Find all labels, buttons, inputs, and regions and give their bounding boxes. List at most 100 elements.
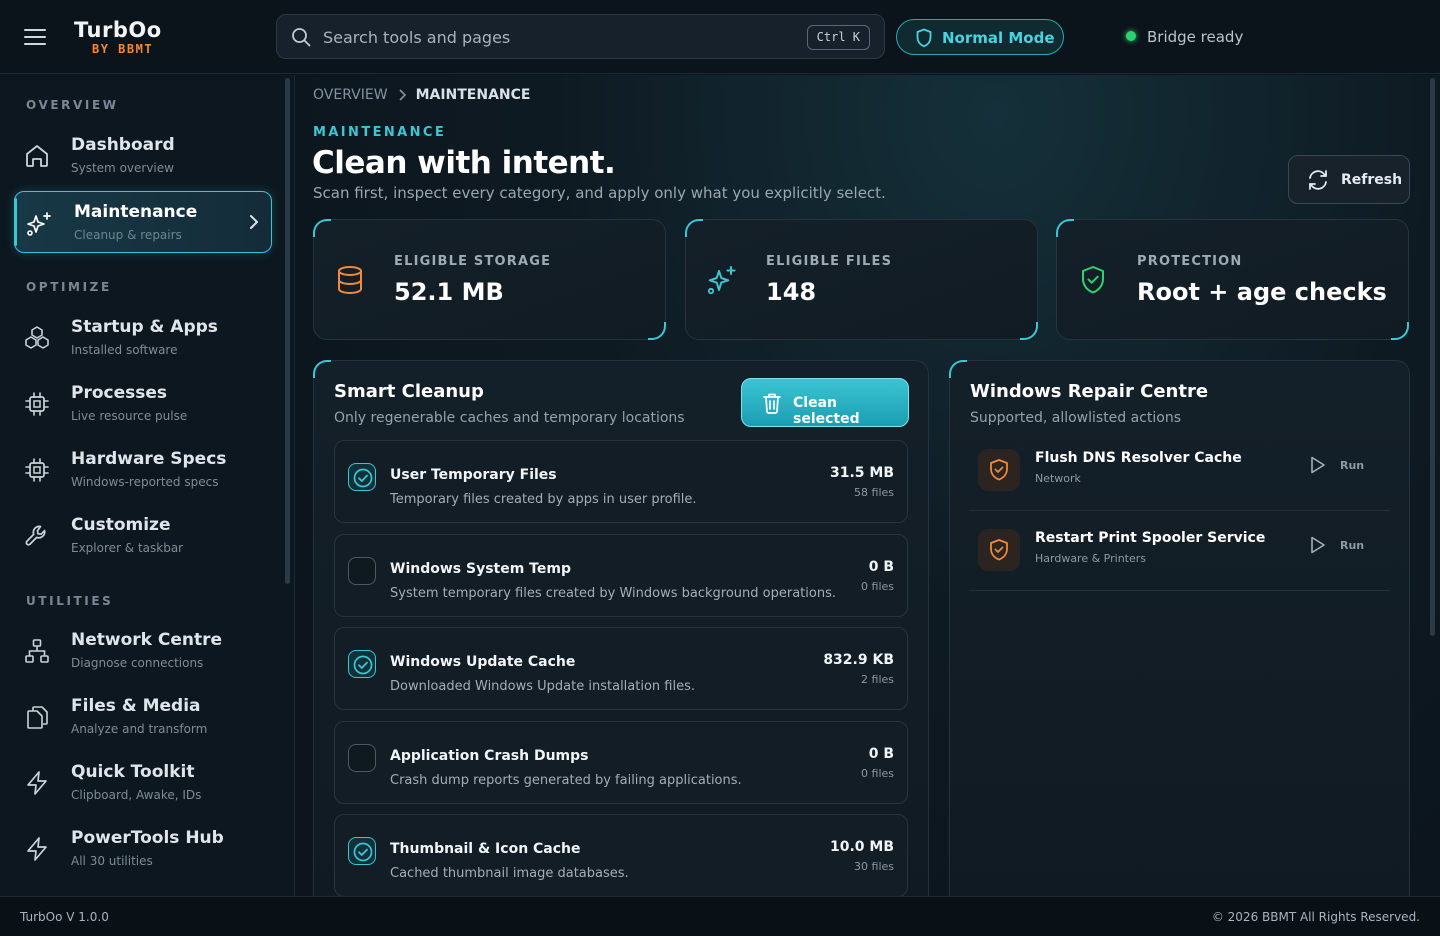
repair-item-title: Restart Print Spooler Service [1035,530,1266,546]
sidebar-item-quick-toolkit[interactable]: Quick Toolkit Clipboard, Awake, IDs [14,752,272,814]
sidebar-item-startup-apps[interactable]: Startup & Apps Installed software [14,307,272,369]
stat-label: ELIGIBLE FILES [766,254,893,269]
shield-alert-icon [978,529,1020,571]
sidebar-item-title: PowerTools Hub [71,828,224,848]
stat-card-eligible-files: ELIGIBLE FILES 148 [685,219,1038,340]
copyright: © 2026 BBMT All Rights Reserved. [1211,910,1420,924]
page-title: Clean with intent. [312,145,616,181]
cleanup-item[interactable]: Windows Update Cache Downloaded Windows … [334,627,908,710]
cleanup-item-file-count: 0 files [861,767,894,780]
refresh-button[interactable]: Refresh [1288,155,1410,204]
sidebar-item-hardware-specs[interactable]: Hardware Specs Windows-reported specs [14,439,272,501]
breadcrumb-root[interactable]: OVERVIEW [313,87,388,103]
run-label: Run [1340,539,1365,552]
sidebar-item-title: Startup & Apps [71,317,218,337]
checkbox[interactable] [348,463,376,491]
network-icon [25,639,49,663]
clean-selected-button[interactable]: Clean selected [741,378,909,427]
cleanup-item-title: Windows Update Cache [390,654,576,670]
breadcrumb-current: MAINTENANCE [415,87,531,103]
main-scrollbar[interactable] [1430,78,1435,636]
cleanup-item[interactable]: Windows System Temp System temporary fil… [334,534,908,617]
cleanup-item-description: System temporary files created by Window… [390,586,836,601]
mode-toggle-button[interactable]: Normal Mode [896,19,1064,55]
sidebar-item-subtitle: Installed software [71,343,178,357]
cleanup-item-size: 31.5 MB [829,465,894,481]
bridge-status-label: Bridge ready [1147,28,1244,46]
cleanup-item[interactable]: Thumbnail & Icon Cache Cached thumbnail … [334,814,908,897]
stat-card-protection: PROTECTION Root + age checks [1056,219,1409,340]
repair-item-restart-print-spooler: Restart Print Spooler Service Hardware &… [969,511,1390,591]
bolt-icon [27,837,47,861]
sidebar-section-utilities: UTILITIES [26,594,114,608]
checkbox[interactable] [348,837,376,865]
sidebar-item-title: Hardware Specs [71,449,227,469]
cleanup-item[interactable]: User Temporary Files Temporary files cre… [334,440,908,523]
search-shortcut: Ctrl K [806,25,870,50]
run-button[interactable]: Run [1309,453,1369,479]
smart-cleanup-title: Smart Cleanup [334,381,484,402]
sidebar-scrollbar[interactable] [285,78,290,584]
sidebar-item-title: Files & Media [71,696,201,716]
database-icon [338,266,362,295]
search-icon [292,28,311,47]
sidebar-item-subtitle: Live resource pulse [71,409,188,423]
sidebar-item-powertools-hub[interactable]: PowerTools Hub All 30 utilities [14,818,272,880]
sidebar-item-processes[interactable]: Processes Live resource pulse [14,373,272,435]
checkbox[interactable] [348,744,376,772]
sidebar-item-dashboard[interactable]: Dashboard System overview [14,125,272,187]
sidebar-item-subtitle: Clipboard, Awake, IDs [71,788,202,802]
sidebar-item-files-media[interactable]: Files & Media Analyze and transform [14,686,272,748]
files-icon [27,706,48,729]
page-description: Scan first, inspect every category, and … [313,184,886,202]
checkbox[interactable] [348,650,376,678]
menu-icon[interactable] [24,28,46,46]
checkbox[interactable] [348,557,376,585]
run-label: Run [1340,459,1365,472]
cleanup-item-title: Windows System Temp [390,561,571,577]
stat-label: ELIGIBLE STORAGE [394,254,552,269]
sparkles-icon [27,212,51,236]
sidebar-item-subtitle: Windows-reported specs [71,475,219,489]
search-input[interactable]: Search tools and pages Ctrl K [276,14,885,59]
sidebar-item-subtitle: Diagnose connections [71,656,204,670]
bolt-icon [27,771,47,795]
sidebar-item-title: Dashboard [71,135,175,155]
play-icon [1311,536,1325,554]
refresh-label: Refresh [1341,172,1403,188]
play-icon [1311,456,1325,474]
stat-value: 148 [766,278,817,306]
check-circle-icon [353,655,373,675]
app-logo: TurbOo BY BBMT [74,20,162,56]
top-bar: TurbOo BY BBMT Search tools and pages Ct… [0,0,1440,74]
page-eyebrow: MAINTENANCE [313,125,447,140]
cleanup-item-title: User Temporary Files [390,467,557,483]
chevron-right-icon [250,215,258,229]
shield-alert-icon [978,449,1020,491]
app-subtitle: BY BBMT [92,42,154,56]
sidebar-item-title: Maintenance [74,202,198,222]
app-version: TurbOo V 1.0.0 [20,910,109,924]
clean-selected-label: Clean selected [793,395,860,427]
boxes-icon [25,326,49,349]
cleanup-item-title: Application Crash Dumps [390,748,589,764]
repair-item-flush-dns: Flush DNS Resolver Cache Network Run [969,431,1390,511]
sidebar-item-customize[interactable]: Customize Explorer & taskbar [14,505,272,567]
mode-label: Normal Mode [942,29,1055,47]
sidebar-item-subtitle: All 30 utilities [71,854,153,868]
run-button[interactable]: Run [1309,533,1369,559]
shield-icon [916,28,932,48]
sidebar-item-maintenance[interactable]: Maintenance Cleanup & repairs [14,191,272,253]
cleanup-item-file-count: 2 files [861,673,894,686]
cleanup-item[interactable]: Application Crash Dumps Crash dump repor… [334,721,908,804]
sidebar-item-network-centre[interactable]: Network Centre Diagnose connections [14,620,272,682]
wrench-icon [25,525,46,546]
sparkles-icon [707,266,736,295]
cleanup-item-file-count: 30 files [854,860,894,873]
cpu-icon [25,392,49,416]
trash-icon [763,393,781,414]
stat-label: PROTECTION [1137,254,1243,269]
check-circle-icon [353,842,373,862]
chevron-right-icon [398,89,406,101]
cleanup-item-size: 0 B [868,559,894,575]
